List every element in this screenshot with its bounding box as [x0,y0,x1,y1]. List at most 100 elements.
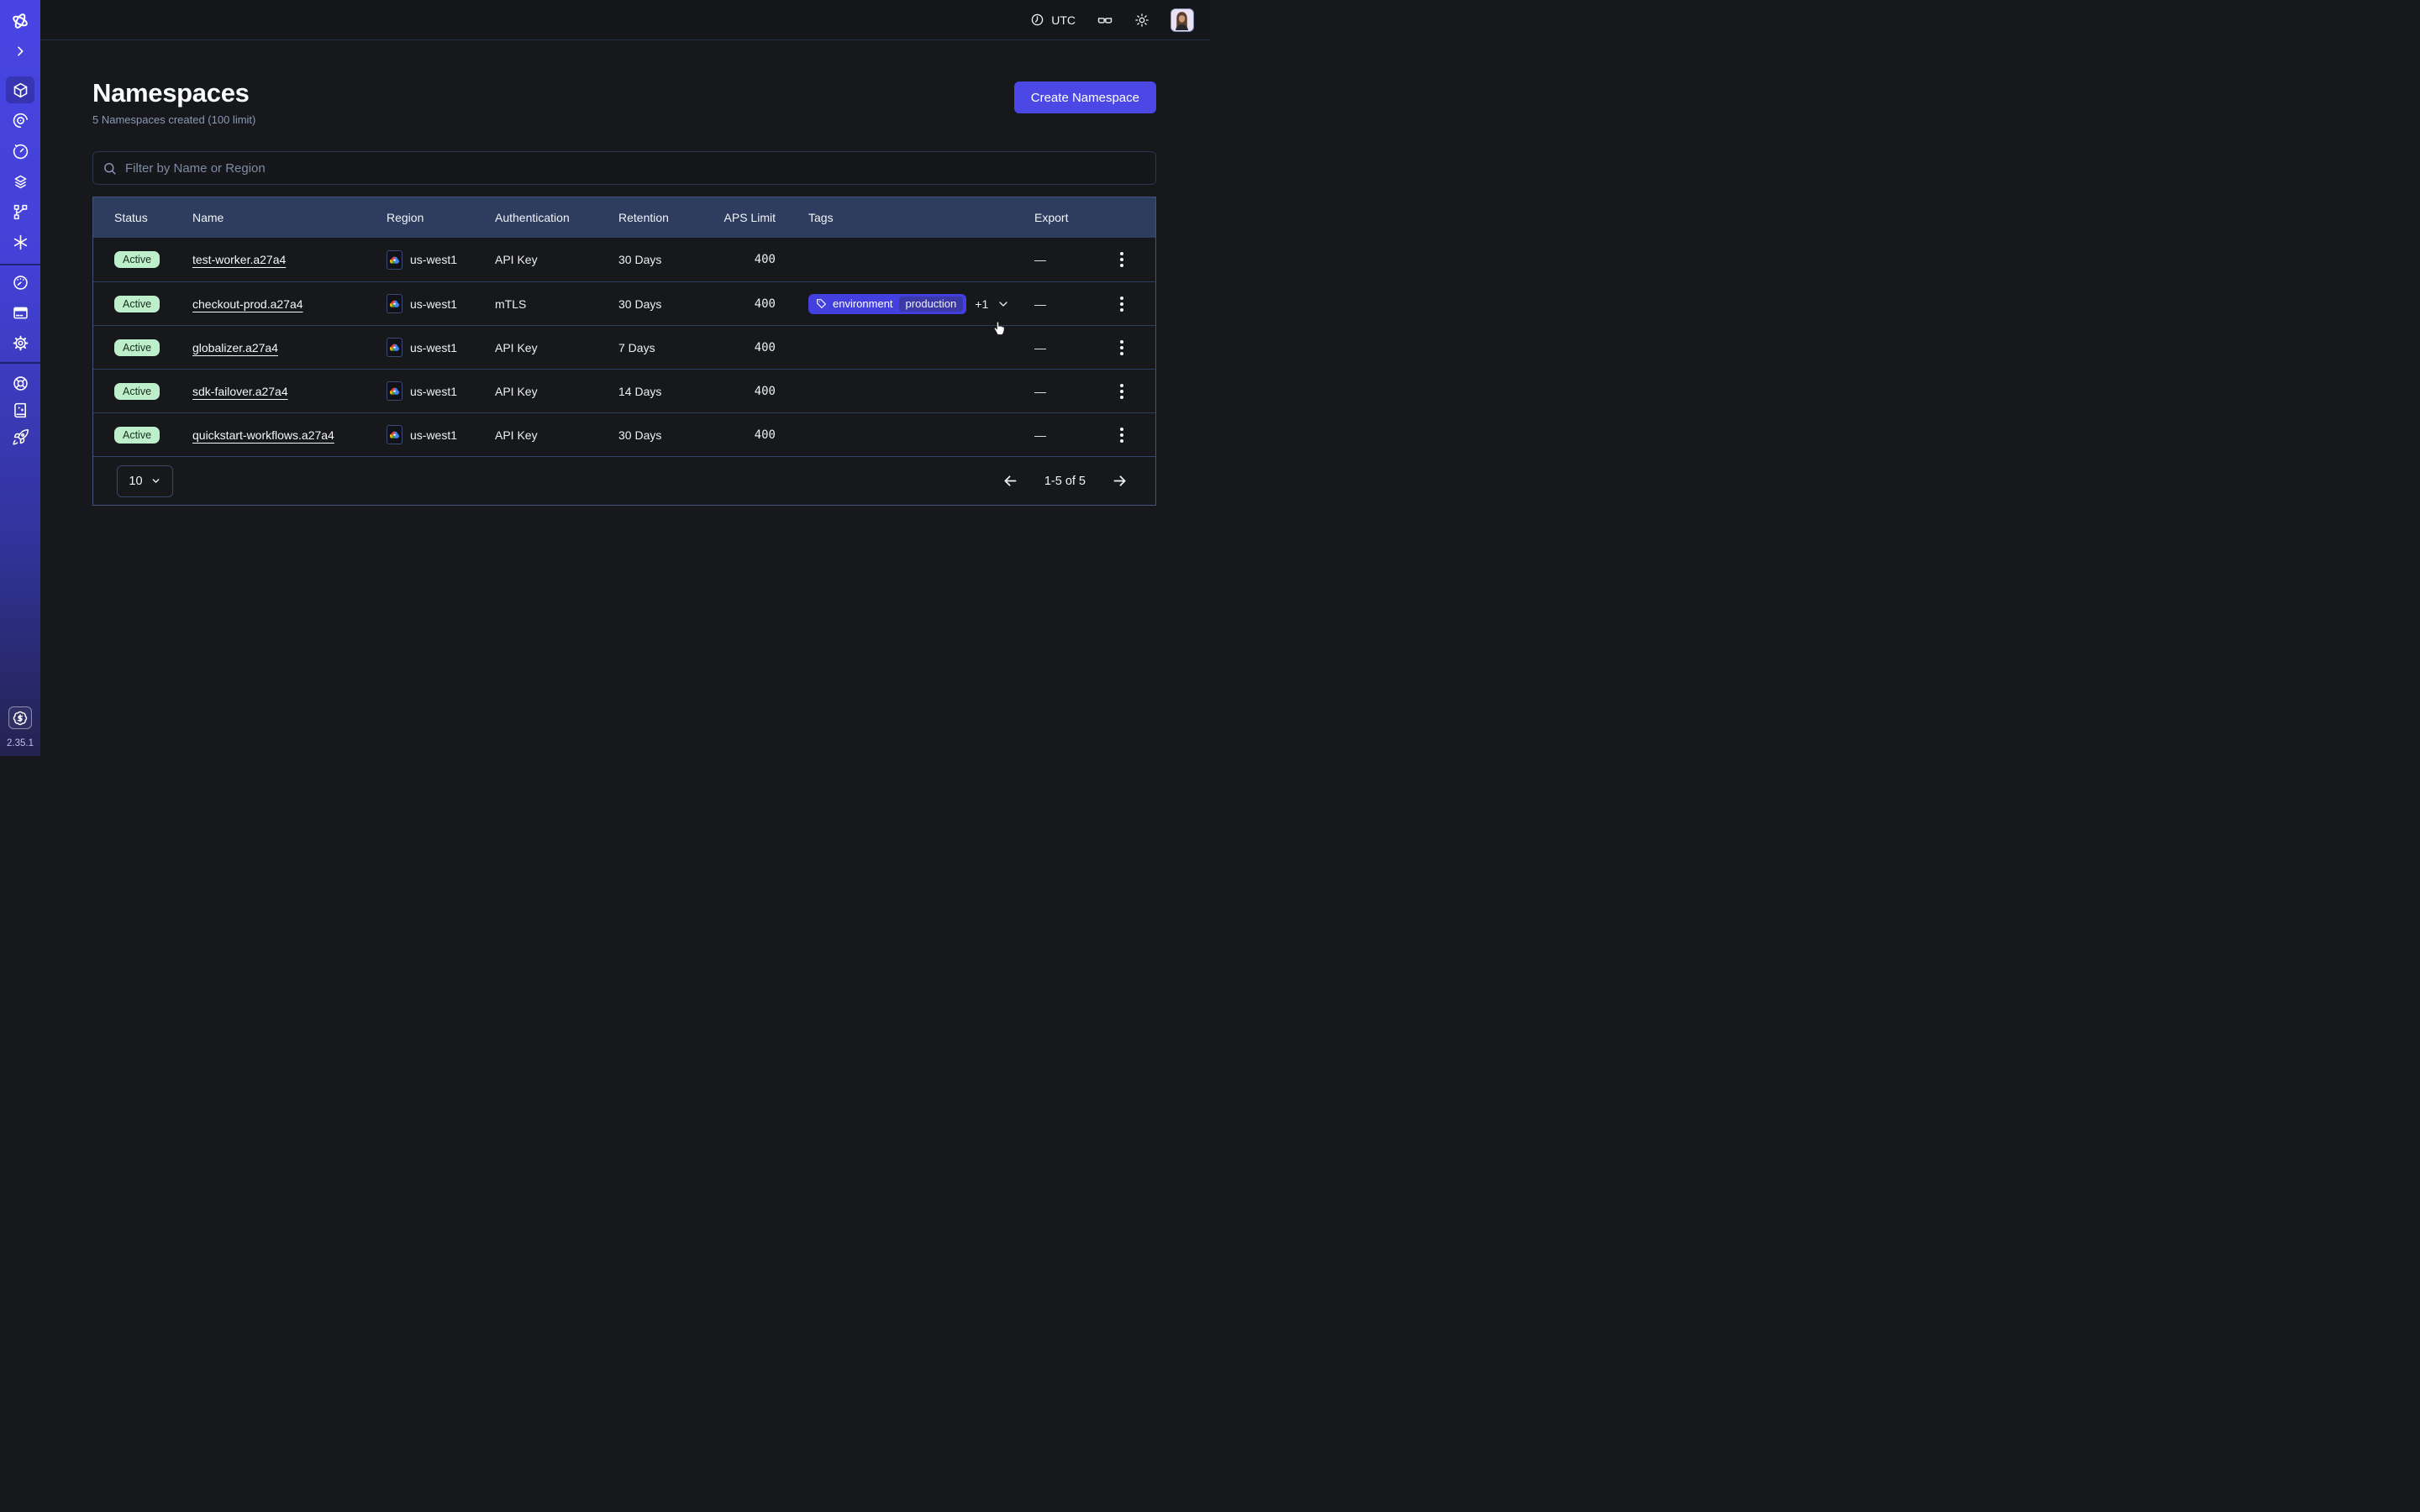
filter-input[interactable] [92,151,1156,185]
gauge-icon [12,274,29,291]
status-badge: Active [114,383,160,400]
sidebar: 2.35.1 [0,0,40,756]
namespace-name-link[interactable]: test-worker.a27a4 [192,253,286,266]
table-row: Active test-worker.a27a4 [93,238,1155,281]
retention-period: 7 Days [618,341,715,354]
auth-method: API Key [495,385,618,398]
sidebar-item-workflows[interactable] [0,105,40,135]
namespace-count-subtitle: 5 Namespaces created (100 limit) [92,113,255,126]
namespace-name-link[interactable]: sdk-failover.a27a4 [192,385,288,398]
temporal-logo-icon [10,11,30,31]
create-namespace-button[interactable]: Create Namespace [1014,81,1156,113]
clock-icon [1030,13,1044,27]
timezone-selector[interactable]: UTC [1030,13,1076,27]
sidebar-item-support[interactable] [0,368,40,398]
sidebar-item-deployments[interactable] [0,166,40,197]
sidebar-item-usage[interactable] [0,267,40,297]
region-label: us-west1 [410,341,457,354]
row-actions-kebab-menu[interactable] [1115,337,1128,359]
gcp-cloud-icon [387,338,402,357]
previous-page-button[interactable] [1002,472,1019,490]
column-header-aps-limit: APS Limit [715,211,776,224]
page-size-select[interactable]: 10 [117,465,173,497]
aps-limit-value: 400 [715,341,776,354]
aps-limit-value: 400 [715,253,776,266]
row-actions-kebab-menu[interactable] [1115,424,1128,446]
branch-flow-icon [12,203,29,221]
namespaces-table: Status Name Region Authentication Retent… [92,197,1156,506]
region-label: us-west1 [410,297,457,311]
column-header-status: Status [114,211,192,224]
app-version: 2.35.1 [0,738,40,748]
export-value: — [1034,385,1046,398]
region-label: us-west1 [410,385,457,398]
auth-method: API Key [495,253,618,266]
row-actions-kebab-menu[interactable] [1115,293,1128,315]
temporal-logo[interactable] [0,6,40,36]
chevron-down-icon [150,475,161,486]
chevron-right-icon [13,45,27,58]
sidebar-item-settings[interactable] [0,328,40,358]
tags-expand-chevron[interactable] [997,297,1010,311]
sidebar-item-billing[interactable] [0,297,40,328]
tag-icon [816,298,827,309]
timer-icon [12,143,29,160]
table-row: Active checkout-prod.a27a4 [93,281,1155,325]
sidebar-item-schedules[interactable] [0,136,40,166]
sidebar-item-namespaces[interactable] [0,75,40,105]
region-label: us-west1 [410,428,457,442]
next-page-button[interactable] [1111,472,1128,490]
auth-method: API Key [495,341,618,354]
sidebar-item-docs[interactable] [0,395,40,425]
tag-overflow-count: +1 [975,297,988,311]
status-badge: Active [114,296,160,312]
column-header-name: Name [192,211,387,224]
row-actions-kebab-menu[interactable] [1115,381,1128,402]
gcp-cloud-icon [387,294,402,313]
export-value: — [1034,253,1046,266]
table-row: Active quickstart-workflows.a27a4 [93,412,1155,456]
gcp-cloud-icon [387,250,402,270]
sidebar-expand-button[interactable] [0,36,40,66]
export-value: — [1034,297,1046,311]
column-header-authentication: Authentication [495,211,618,224]
labs-glasses-toggle[interactable] [1097,12,1113,29]
spiral-icon [12,112,29,129]
page-title: Namespaces [92,79,255,108]
status-badge: Active [114,251,160,268]
namespaces-cube-icon [12,81,29,99]
retention-period: 14 Days [618,385,715,398]
table-row: Active sdk-failover.a27a4 [93,369,1155,412]
column-header-retention: Retention [618,211,715,224]
sidebar-divider [0,362,40,364]
namespace-name-link[interactable]: globalizer.a27a4 [192,341,278,354]
retention-period: 30 Days [618,297,715,311]
theme-toggle-sun-icon[interactable] [1134,13,1150,28]
asterisk-icon [12,234,29,251]
row-actions-kebab-menu[interactable] [1115,249,1128,270]
sidebar-item-nexus[interactable] [0,197,40,227]
sidebar-item-getting-started[interactable] [0,422,40,452]
tag-pill[interactable]: environment production [808,294,966,314]
user-avatar[interactable] [1171,8,1194,32]
aps-limit-value: 400 [715,297,776,311]
gcp-cloud-icon [387,425,402,444]
namespace-name-link[interactable]: checkout-prod.a27a4 [192,297,303,311]
rocket-icon [12,428,29,446]
sidebar-item-batch-operations[interactable] [0,227,40,257]
gcp-cloud-icon [387,381,402,401]
page-size-value: 10 [129,475,142,488]
status-badge: Active [114,427,160,444]
pagination-bar: 10 1-5 of 5 [93,456,1155,505]
table-row: Active globalizer.a27a4 [93,325,1155,369]
aps-limit-value: 400 [715,428,776,442]
topbar: UTC [40,0,1210,40]
layers-icon [12,173,29,191]
namespace-name-link[interactable]: quickstart-workflows.a27a4 [192,428,334,442]
book-sparkle-icon [12,402,29,419]
credits-badge-button[interactable] [8,706,32,729]
export-value: — [1034,428,1046,442]
badge-dollar-icon [13,711,28,726]
table-header: Status Name Region Authentication Retent… [93,197,1155,238]
pagination-range: 1-5 of 5 [1044,475,1086,488]
